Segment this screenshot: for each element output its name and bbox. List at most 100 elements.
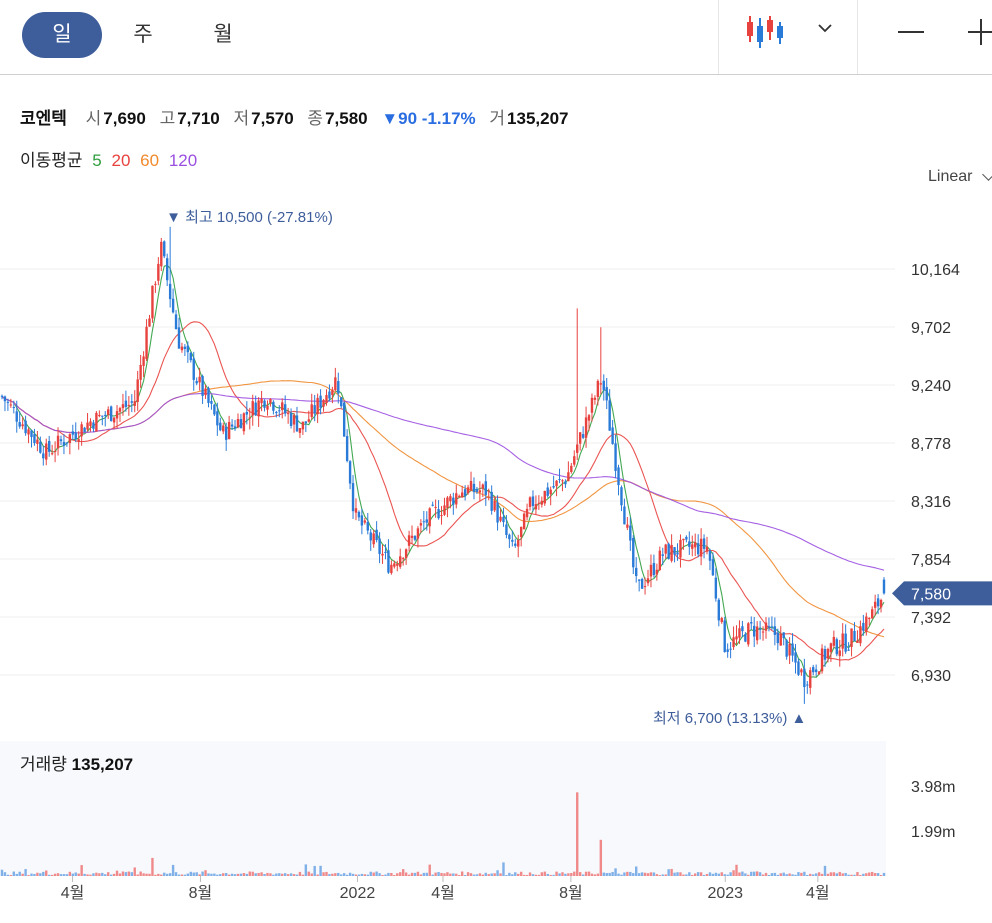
candle-body [30,430,33,438]
candle-body [431,504,434,506]
volume-bar [791,874,794,876]
candle-body [204,388,207,396]
candle-body [475,488,479,492]
volume-bar [844,872,847,876]
candle-body [369,532,372,541]
volume-bar [814,873,818,876]
candle-body [862,622,865,631]
candle-body [493,501,496,511]
volume-bar [788,873,791,876]
volume-bar [484,872,487,876]
candle-body [602,380,605,391]
candle-body [788,644,791,656]
candle-body [168,283,172,300]
volume-bar [419,874,423,876]
volume-bar [390,872,393,876]
volume-bar [260,872,263,876]
volume-bar [699,872,703,876]
candle-body [735,636,738,640]
volume-bar [71,873,74,876]
volume-bar [98,873,101,876]
candle-body [62,441,66,446]
candle-body [726,649,729,652]
volume-bar [275,873,278,876]
volume-bar [832,872,836,876]
volume-bar [213,873,216,876]
volume-bar [163,872,166,876]
candle-body [543,490,546,504]
candle-body [154,283,157,285]
volume-bar [304,864,308,876]
candle-body [222,425,225,432]
candle-body [873,601,877,608]
volume-bar [407,874,411,876]
volume-bar [838,871,841,876]
candle-body [6,401,10,403]
candle-body [505,524,508,535]
candle-body [744,634,747,642]
candle-body [829,643,833,653]
volume-bar [478,873,482,876]
volume-bar [39,873,42,876]
volume-bar [770,873,774,876]
volume-bar [106,872,110,876]
volume-bar [124,872,128,876]
candle-body [552,486,555,488]
volume-bar [635,866,638,876]
price-chart[interactable]: 10,164 9,702 9,240 8,778 8,316 7,854 7,392 6,93… [0,0,992,923]
volume-bar [437,872,440,876]
candle-body [71,431,74,435]
volume-bar [723,874,726,876]
candle-body [794,652,797,663]
candle-body [74,432,77,440]
volume-bar [375,871,378,876]
volume-tick-label: 3.98m [911,779,955,796]
volume-bar [80,865,83,876]
candle-body [717,599,721,621]
volume-bar [378,873,381,876]
volume-bar [177,874,181,876]
volume-bar [640,872,644,876]
volume-bar [522,874,526,876]
volume-bar [882,872,886,876]
candle-body [519,526,523,537]
volume-bar [505,875,508,876]
candle-body [337,381,340,394]
volume-bar [224,872,228,876]
candle-body [254,402,257,416]
candle-body [555,480,558,487]
volume-bar [42,871,45,876]
volume-bar [269,873,272,876]
candle-body [596,380,600,397]
candle-body [77,439,80,442]
candle-body [307,419,310,422]
volume-bar [92,873,95,876]
candle-body [652,563,656,576]
volume-bar [803,871,806,876]
volume-bar [853,874,856,876]
volume-bar [720,872,723,876]
volume-bar [862,873,865,876]
candle-body [472,483,476,493]
candle-body [729,648,732,650]
volume-bar [847,874,850,876]
candle-body [130,401,133,403]
volume-bar [463,874,467,876]
candle-body [183,346,187,349]
volume-bar [195,872,198,876]
volume-bar [334,873,337,876]
candle-body [711,559,715,576]
volume-bar [758,872,762,876]
candle-body [673,547,676,555]
candle-body [416,528,420,539]
volume-bar [511,874,514,876]
candle-body [401,558,405,560]
candle-body [614,443,617,471]
candle-body [458,495,461,497]
volume-bar [764,872,768,876]
candle-body [328,391,331,399]
volume-bar [393,874,396,876]
volume-bar [782,872,785,876]
volume-bar [596,873,600,876]
candle-body [381,553,384,556]
